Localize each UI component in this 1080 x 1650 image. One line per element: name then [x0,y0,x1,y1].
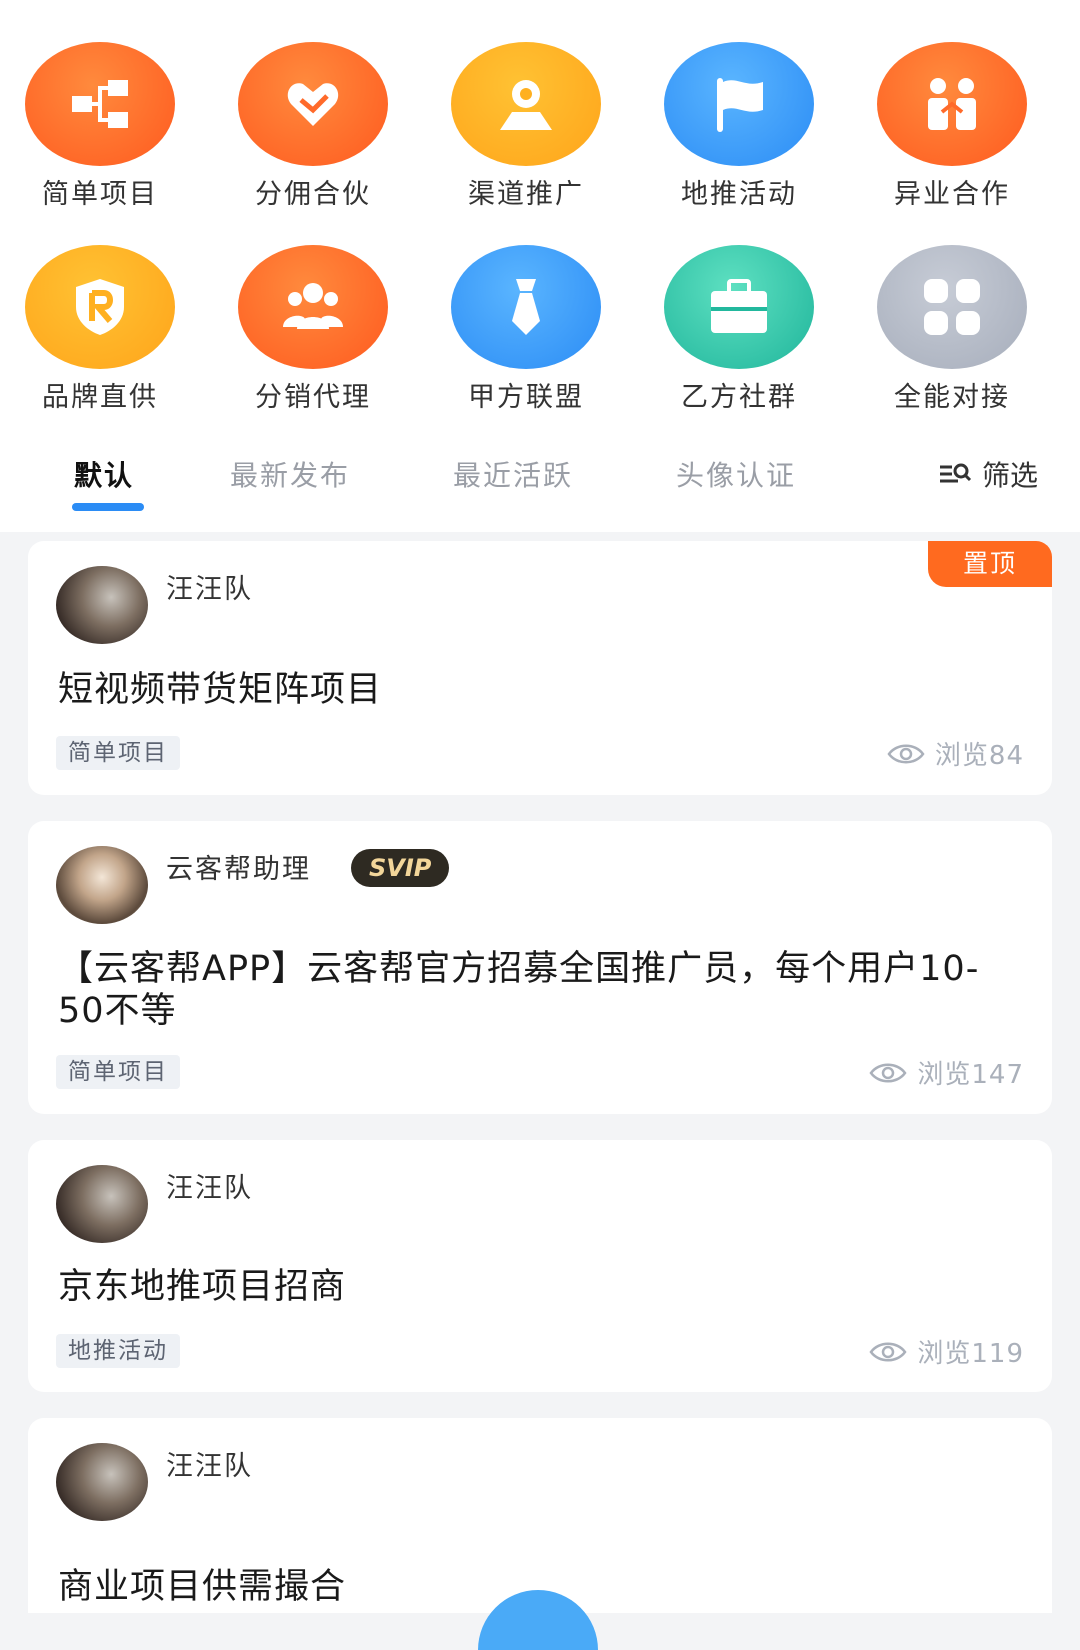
avatar[interactable] [56,1165,148,1243]
category-label: 渠道推广 [468,179,584,210]
category-all-connect[interactable]: 全能对接 [852,245,1052,414]
pinned-badge: 置顶 [928,541,1052,587]
user-location-icon [451,42,601,166]
briefcase-icon [664,245,814,369]
grid-apps-icon [877,245,1027,369]
author-name[interactable]: 云客帮助理 [166,847,311,886]
avatar[interactable] [56,846,148,924]
post-title[interactable]: 短视频带货矩阵项目 [58,669,1012,711]
category-client-alliance[interactable]: 甲方联盟 [426,245,626,414]
category-tag: 简单项目 [56,736,180,770]
post-card[interactable]: 汪汪队 京东地推项目招商 地推活动 浏览119 [28,1140,1052,1392]
category-channel-promotion[interactable]: 渠道推广 [426,42,626,211]
brand-shield-icon [25,245,175,369]
eye-icon [869,1063,907,1082]
category-commission-partner[interactable]: 分佣合伙 [213,42,413,211]
category-distribution-agent[interactable]: 分销代理 [213,245,413,414]
author-name[interactable]: 汪汪队 [166,567,253,606]
avatar[interactable] [56,566,148,644]
category-tag: 简单项目 [56,1055,180,1089]
filter-icon [940,463,972,483]
post-title[interactable]: 【云客帮APP】云客帮官方招募全国推广员，每个用户10-50不等 [58,948,1012,1032]
post-title[interactable]: 京东地推项目招商 [58,1266,1012,1308]
eye-icon [869,1342,907,1361]
view-count: 浏览147 [869,1054,1024,1091]
tab-latest[interactable]: 最新发布 [230,454,350,494]
org-chart-icon [25,42,175,166]
svip-badge: SVIP [351,849,450,887]
tie-icon [451,245,601,369]
tab-recently-active[interactable]: 最近活跃 [453,454,573,494]
post-card[interactable]: 云客帮助理 SVIP 【云客帮APP】云客帮官方招募全国推广员，每个用户10-5… [28,821,1052,1114]
view-count-label: 浏览147 [917,1060,1024,1090]
handshake-heart-icon [238,42,388,166]
category-label: 品牌直供 [42,382,158,413]
author-name[interactable]: 汪汪队 [166,1166,253,1205]
tab-avatar-verified[interactable]: 头像认证 [676,454,796,494]
category-label: 分销代理 [255,382,371,413]
view-count-label: 浏览119 [917,1339,1024,1369]
category-tag: 地推活动 [56,1334,180,1368]
category-cross-industry[interactable]: 异业合作 [852,42,1052,211]
post-card[interactable]: 汪汪队 商业项目供需撮合 [28,1418,1052,1613]
tab-default[interactable]: 默认 [74,454,134,494]
filter-label: 筛选 [982,459,1039,492]
people-partner-icon [877,42,1027,166]
category-label: 分佣合伙 [255,179,371,210]
category-label: 甲方联盟 [468,382,584,413]
active-tab-indicator [72,503,144,511]
flag-icon [664,42,814,166]
eye-icon [887,744,925,763]
category-label: 乙方社群 [681,382,797,413]
filter-button[interactable]: 筛选 [938,454,1038,494]
avatar[interactable] [56,1443,148,1521]
category-ground-promotion[interactable]: 地推活动 [639,42,839,211]
author-name[interactable]: 汪汪队 [166,1444,253,1483]
category-simple-project[interactable]: 简单项目 [0,42,200,211]
category-brand-supply[interactable]: 品牌直供 [0,245,200,414]
category-label: 简单项目 [42,179,158,210]
view-count: 浏览84 [887,735,1024,772]
category-vendor-community[interactable]: 乙方社群 [639,245,839,414]
post-card[interactable]: 置顶 汪汪队 短视频带货矩阵项目 简单项目 浏览84 [28,541,1052,795]
category-label: 全能对接 [894,382,1010,413]
view-count: 浏览119 [869,1333,1024,1370]
category-label: 异业合作 [894,179,1010,210]
category-label: 地推活动 [681,179,797,210]
group-icon [238,245,388,369]
view-count-label: 浏览84 [934,741,1024,771]
